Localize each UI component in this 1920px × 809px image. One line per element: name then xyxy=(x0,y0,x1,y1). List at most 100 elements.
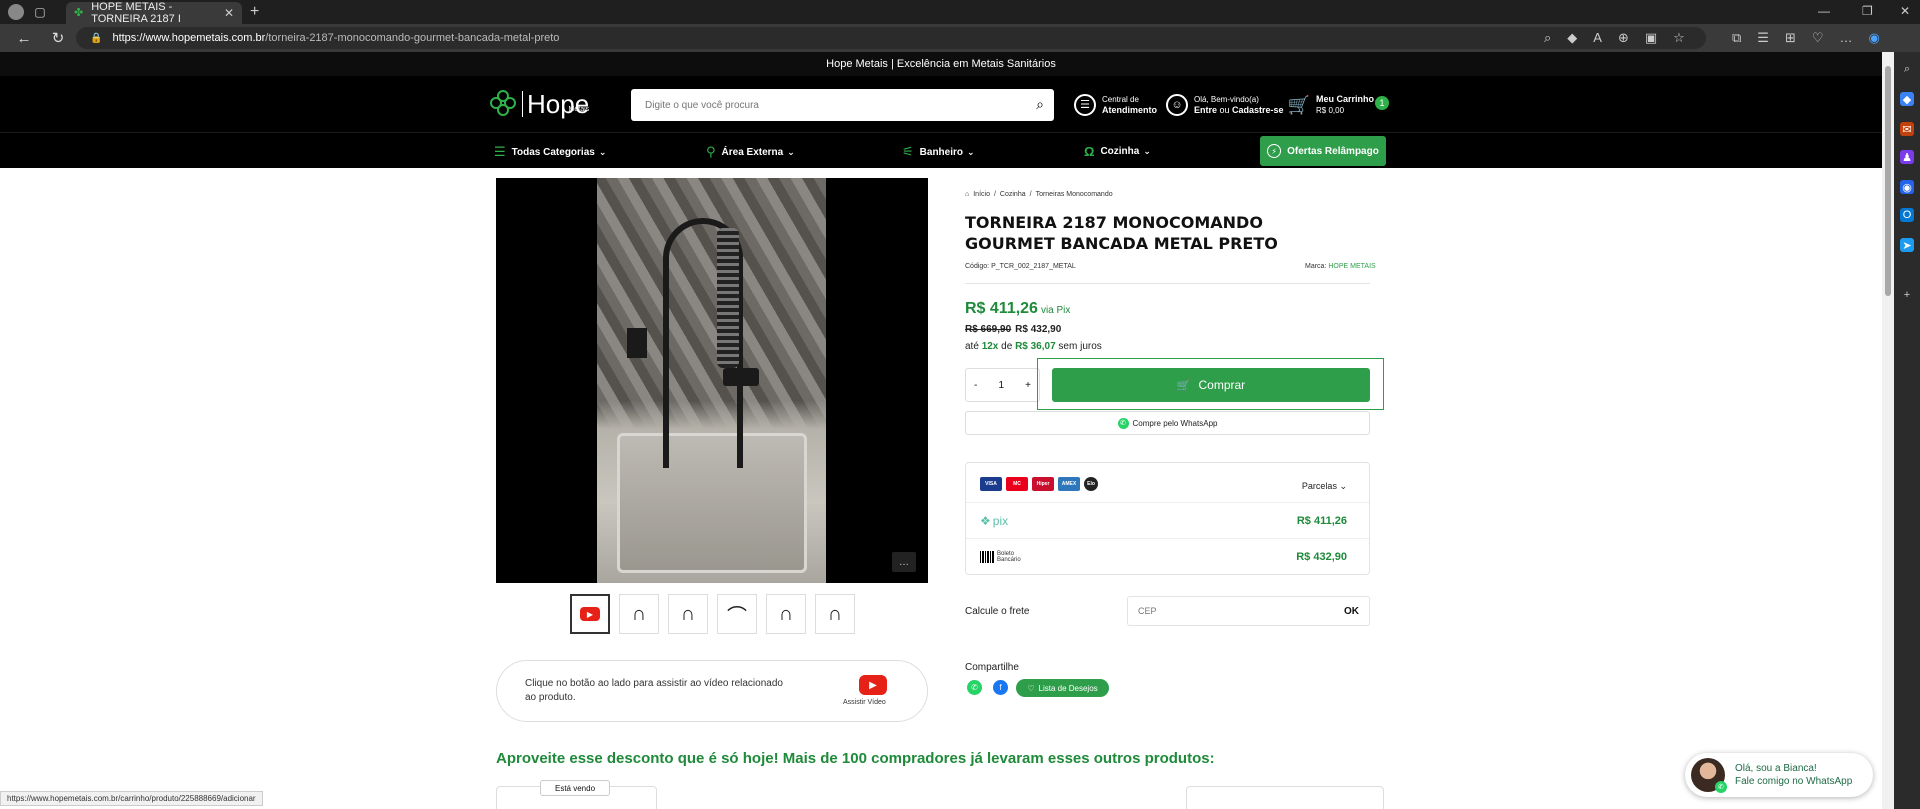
thumbnail-image[interactable]: ⌒ xyxy=(717,594,757,634)
cart-link[interactable]: 🛒 Meu Carrinho R$ 0,00 xyxy=(1288,94,1374,116)
faucet-thumb-icon: ∩ xyxy=(827,602,843,625)
whatsapp-icon: ✆ xyxy=(1117,417,1129,429)
thumbnail-image[interactable]: ∩ xyxy=(815,594,855,634)
app-icon[interactable]: ⊕ xyxy=(1618,30,1629,46)
cep-ok-button[interactable]: OK xyxy=(1344,606,1359,617)
menu-lines-icon: ☰ xyxy=(494,144,506,159)
collections-icon[interactable]: ⊞ xyxy=(1785,30,1796,46)
heart-icon: ♡ xyxy=(1027,683,1035,693)
favorite-star-icon[interactable]: ☆ xyxy=(1673,30,1685,46)
sidebar-tools-icon[interactable]: ✉ xyxy=(1900,122,1914,136)
gallery-more-icon[interactable]: … xyxy=(892,552,916,572)
reload-icon[interactable]: ↻ xyxy=(48,29,68,47)
thumbnail-image[interactable]: ∩ xyxy=(619,594,659,634)
page-scrollbar[interactable] xyxy=(1882,52,1894,809)
sidebar-games-icon[interactable]: ♟ xyxy=(1900,150,1914,164)
cart-icon: 🛒 xyxy=(1176,379,1191,392)
share-facebook-icon[interactable]: f xyxy=(993,680,1008,695)
wishlist-button[interactable]: ♡ Lista de Desejos xyxy=(1016,679,1109,697)
search-input[interactable] xyxy=(645,99,1015,111)
sidebar-add-icon[interactable]: + xyxy=(1900,288,1914,302)
sidebar-m365-icon[interactable]: ◉ xyxy=(1900,180,1914,194)
qty-value[interactable]: 1 xyxy=(998,380,1004,391)
link-status-bar: https://www.hopemetais.com.br/carrinho/p… xyxy=(0,791,263,806)
product-image-viewer[interactable]: … xyxy=(496,178,928,583)
sidebar-search-icon[interactable]: ⌕ xyxy=(1900,62,1914,76)
brand-link[interactable]: HOPE METAIS xyxy=(1328,263,1375,270)
buy-button[interactable]: 🛒 Comprar xyxy=(1052,368,1370,402)
nav-area-externa[interactable]: ⚲ Área Externa ⌄ xyxy=(706,144,795,160)
url-path: /torneira-2187-monocomando-gourmet-banca… xyxy=(265,32,560,44)
breadcrumb-current[interactable]: Torneiras Monocomando xyxy=(1036,191,1113,198)
logo-subtext: Metais xyxy=(568,106,590,113)
card-brands: VISA MC Hiper AMEX Elo xyxy=(980,477,1098,491)
watch-video-label[interactable]: Assistir Vídeo xyxy=(843,699,886,706)
shower-icon: ⚟ xyxy=(902,144,914,159)
sidebar-shopping-icon[interactable]: ◆ xyxy=(1900,92,1914,106)
share-whatsapp-icon[interactable]: ✆ xyxy=(967,680,982,695)
nav-banheiro[interactable]: ⚟ Banheiro ⌄ xyxy=(902,144,975,160)
thumbnail-image[interactable]: ∩ xyxy=(766,594,806,634)
close-tab-icon[interactable]: ✕ xyxy=(224,6,234,20)
visa-icon: VISA xyxy=(980,477,1002,491)
account-link[interactable]: ☺ Olá, Bem-vindo(a) Entre ou Cadastre-se xyxy=(1166,94,1284,116)
breadcrumb-home[interactable]: Início xyxy=(973,191,990,198)
thumbnail-video[interactable]: ▶ xyxy=(570,594,610,634)
address-bar: ← ↻ 🔒 https://www.hopemetais.com.br/torn… xyxy=(0,24,1920,52)
split-screen-icon[interactable]: ⧉ xyxy=(1732,30,1741,46)
url-field[interactable]: 🔒 https://www.hopemetais.com.br/torneira… xyxy=(76,27,1706,49)
window-close-icon[interactable]: ✕ xyxy=(1900,4,1910,18)
cep-input[interactable] xyxy=(1138,606,1344,616)
faucet-thumb-icon: ⌒ xyxy=(727,605,747,628)
chevron-down-icon: ⌄ xyxy=(1339,481,1347,491)
site-logo[interactable]: Hope Metais xyxy=(490,90,589,118)
new-tab-icon[interactable]: + xyxy=(250,3,259,21)
scroll-thumb[interactable] xyxy=(1885,66,1891,296)
qty-minus-button[interactable]: - xyxy=(974,380,977,391)
flash-offers-button[interactable]: ⚡ Ofertas Relâmpago xyxy=(1260,136,1386,166)
deal-card[interactable] xyxy=(1186,786,1384,809)
promo-bar: Hope Metais | Excelência em Metais Sanit… xyxy=(0,52,1882,76)
restore-icon[interactable]: ❐ xyxy=(1862,4,1873,18)
atendimento-line2: Atendimento xyxy=(1102,105,1157,115)
search-box: ⌕ xyxy=(631,89,1054,121)
payment-options: VISA MC Hiper AMEX Elo Parcelas ⌄ ❖ pix R… xyxy=(965,462,1370,575)
browser-tab-active[interactable]: ✤ HOPE METAIS - TORNEIRA 2187 I ✕ xyxy=(66,1,242,25)
account-greeting: Olá, Bem-vindo(a) xyxy=(1194,95,1259,104)
search-icon[interactable]: ⌕ xyxy=(1036,96,1044,113)
home-icon: ⌂ xyxy=(965,191,970,198)
nav-cozinha[interactable]: Ω Cozinha ⌄ xyxy=(1084,144,1151,159)
customer-service-link[interactable]: ☰ Central de Atendimento xyxy=(1074,94,1157,116)
favorites-icon[interactable]: ☰ xyxy=(1757,30,1769,46)
qty-plus-button[interactable]: + xyxy=(1025,380,1031,391)
minimize-icon[interactable]: — xyxy=(1818,4,1830,18)
pix-logo: ❖ pix xyxy=(980,513,1009,528)
youtube-play-button[interactable]: ▶ xyxy=(859,675,887,695)
whatsapp-chat-widget[interactable]: ✆ Olá, sou a Bianca! Fale comigo no What… xyxy=(1685,753,1873,797)
profile-avatar[interactable] xyxy=(8,4,24,20)
extension-icon[interactable]: ◆ xyxy=(1567,30,1577,46)
copilot-icon[interactable]: ◉ xyxy=(1869,30,1880,46)
parcelas-dropdown[interactable]: Parcelas ⌄ xyxy=(1302,481,1347,492)
more-menu-icon[interactable]: … xyxy=(1840,30,1853,46)
mastercard-icon: MC xyxy=(1006,477,1028,491)
back-icon[interactable]: ← xyxy=(14,30,34,47)
login-link[interactable]: Entre xyxy=(1194,105,1217,115)
sidebar-telegram-icon[interactable]: ➤ xyxy=(1900,238,1914,252)
faucet-thumb-icon: ∩ xyxy=(778,602,794,625)
breadcrumb-cozinha[interactable]: Cozinha xyxy=(1000,191,1026,198)
nav-all-categories[interactable]: ☰ Todas Categorias ⌄ xyxy=(494,144,606,160)
atendimento-line1: Central de xyxy=(1102,95,1139,104)
whatsapp-buy-button[interactable]: ✆ Compre pelo WhatsApp xyxy=(965,411,1370,435)
zoom-icon[interactable]: ⌕ xyxy=(1544,30,1551,46)
pix-price: R$ 411,26 xyxy=(1296,514,1347,527)
read-aloud-icon[interactable]: A xyxy=(1593,30,1602,46)
browser-essentials-icon[interactable]: ♡ xyxy=(1812,30,1824,46)
tab-actions-icon[interactable]: ▢ xyxy=(32,4,48,20)
thumbnail-image[interactable]: ∩ xyxy=(668,594,708,634)
register-link[interactable]: Cadastre-se xyxy=(1232,105,1284,115)
category-nav: ☰ Todas Categorias ⌄ ⚲ Área Externa ⌄ ⚟ Ba… xyxy=(0,132,1882,168)
screenshot-icon[interactable]: ▣ xyxy=(1645,30,1657,46)
sidebar-outlook-icon[interactable]: O xyxy=(1900,208,1914,222)
pix-icon: ❖ xyxy=(980,513,991,528)
